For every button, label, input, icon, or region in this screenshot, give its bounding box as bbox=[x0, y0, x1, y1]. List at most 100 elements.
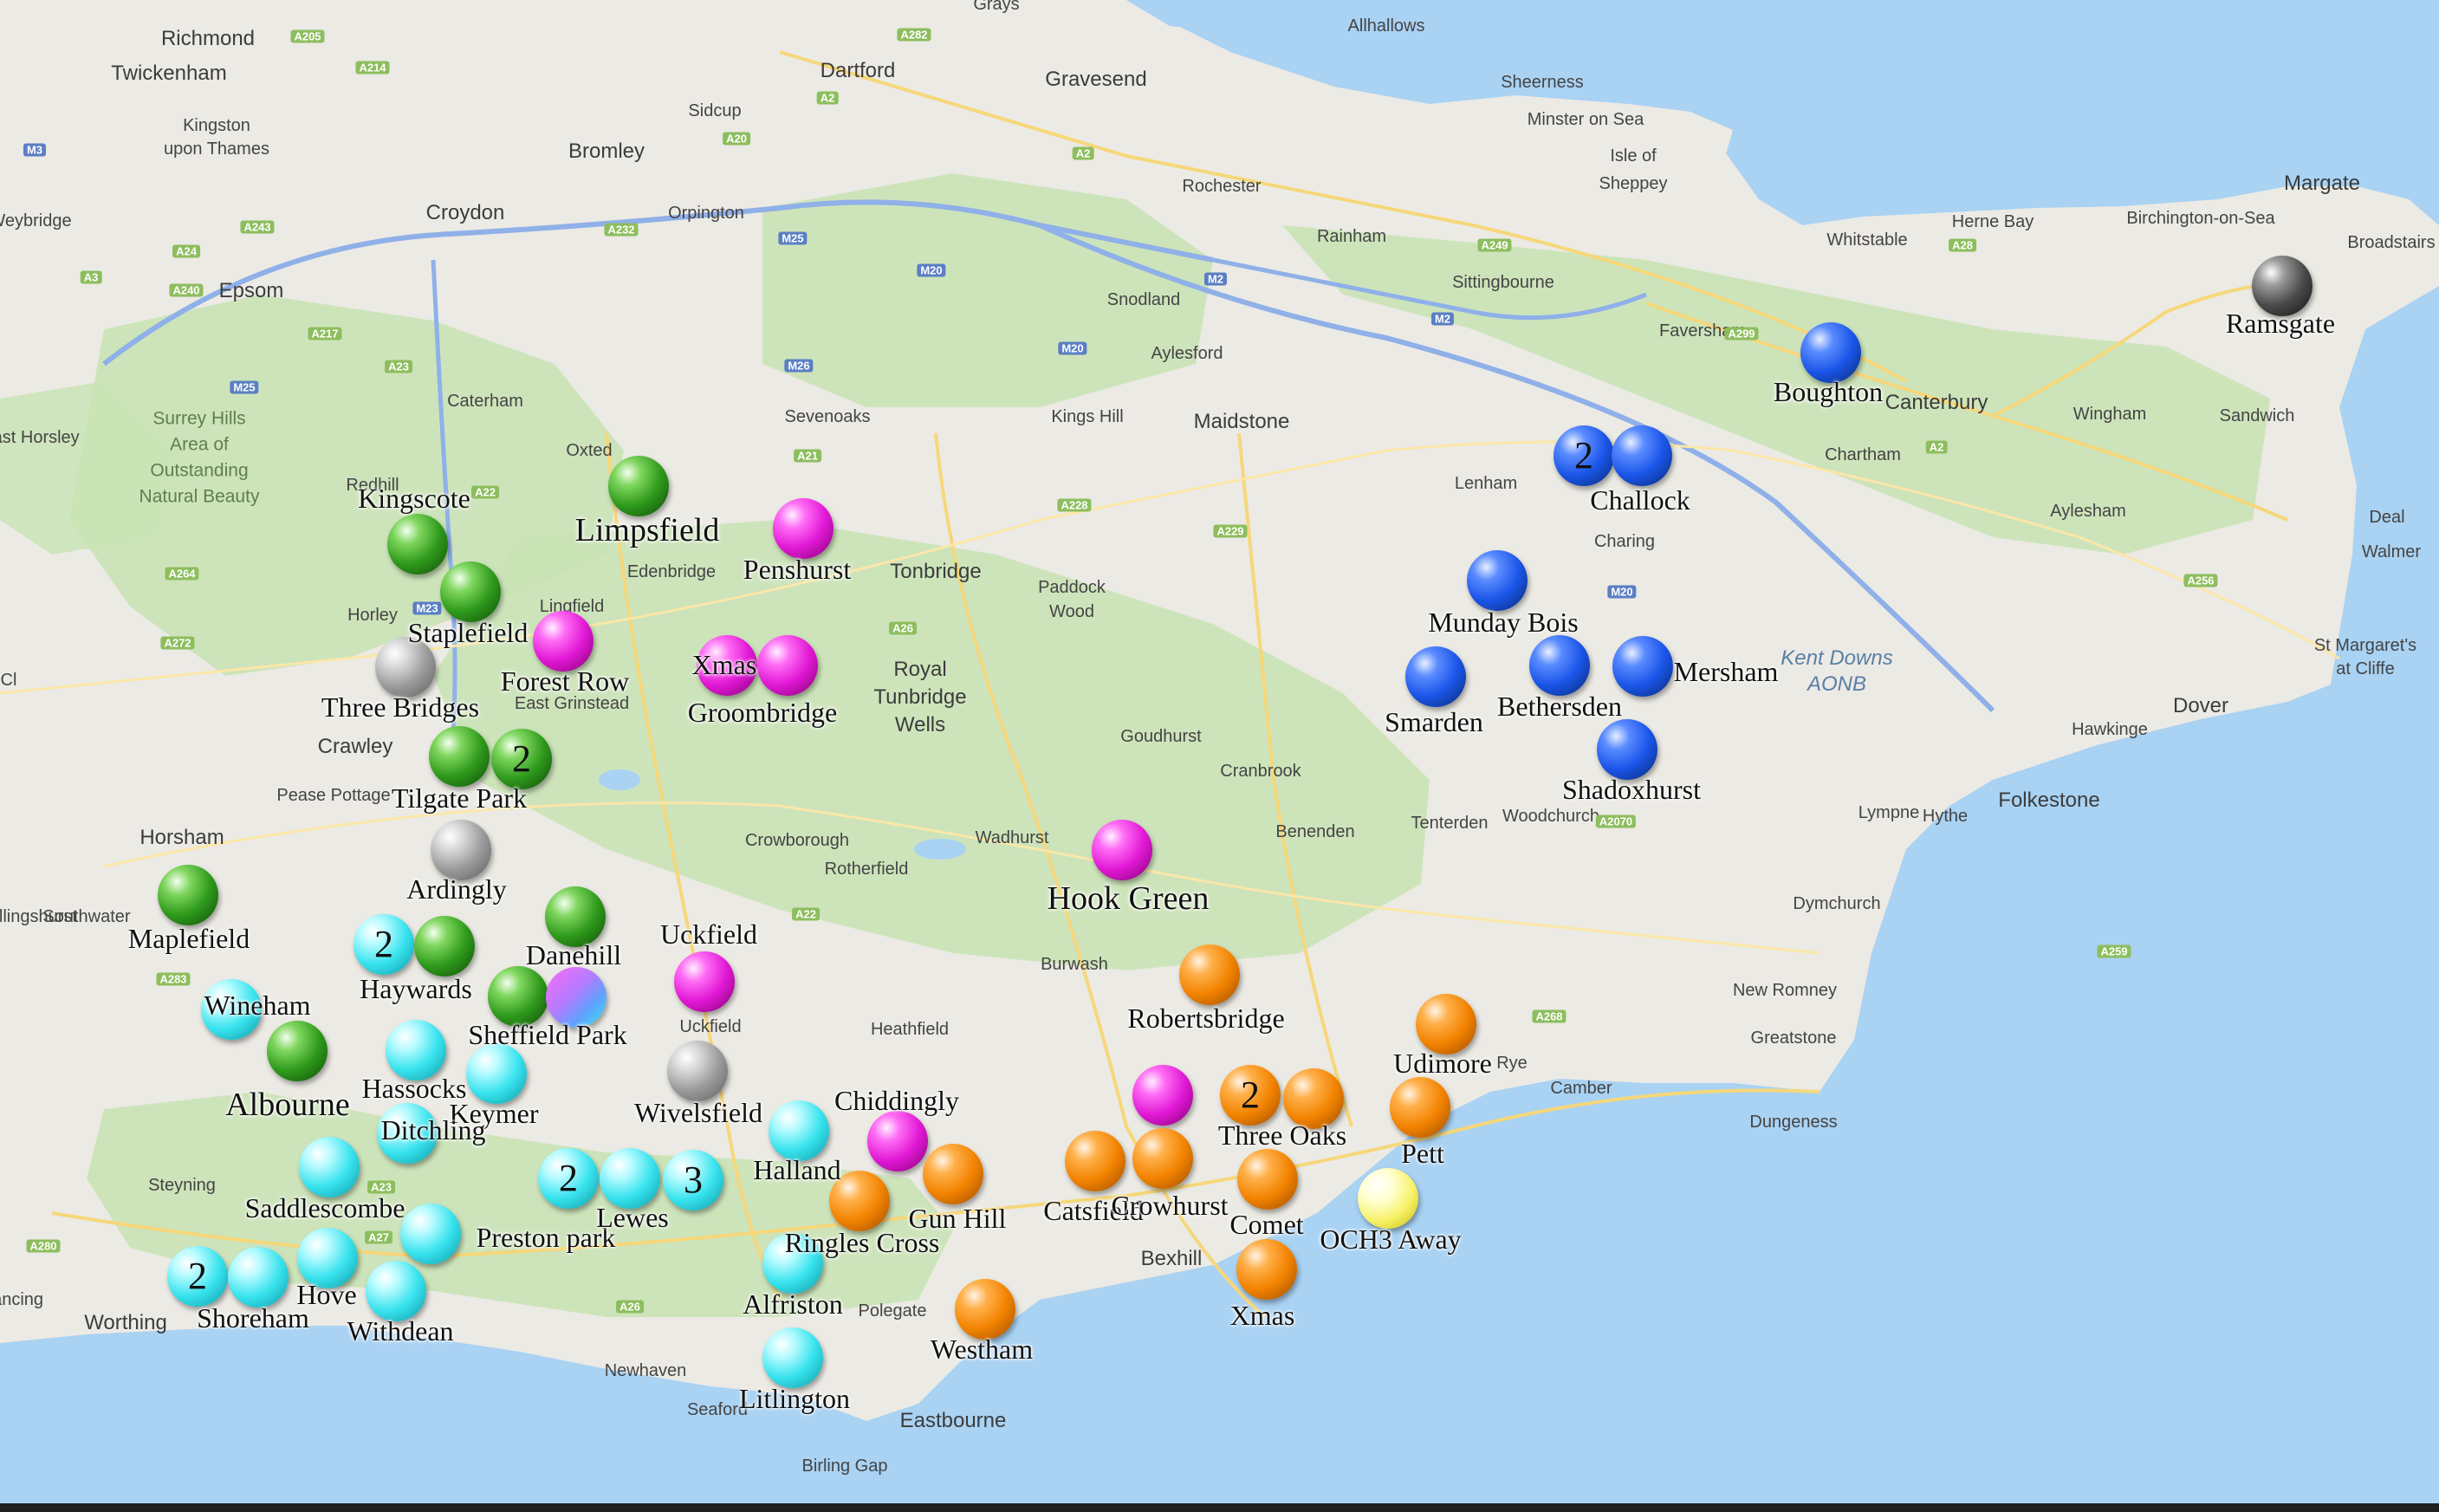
map-marker-maplefield[interactable] bbox=[158, 865, 218, 925]
map-marker-forestrow[interactable] bbox=[533, 611, 594, 672]
map-marker-challock2[interactable] bbox=[1612, 425, 1672, 486]
map-marker-comet[interactable] bbox=[1237, 1149, 1298, 1210]
road-shield-m20a: M20 bbox=[917, 263, 946, 277]
marker-label-wineham: Wineham bbox=[204, 990, 311, 1021]
marker-label-robertsbridge: Robertsbridge bbox=[1127, 1003, 1285, 1034]
map-marker-challock1[interactable]: 2 bbox=[1554, 425, 1614, 486]
map-marker-danehill[interactable] bbox=[545, 886, 606, 947]
marker-label-challock2: Challock bbox=[1590, 484, 1690, 516]
map-marker-haywards1[interactable]: 2 bbox=[354, 914, 414, 975]
map-marker-keymer[interactable] bbox=[466, 1043, 527, 1104]
road-shield-a22: A22 bbox=[471, 485, 499, 499]
marker-label-mersham: Mersham bbox=[1673, 656, 1779, 687]
place-label-aylesford: Aylesford bbox=[1151, 344, 1223, 363]
map-view[interactable]: Richmond Twickenham Kingston upon Thames Dar… bbox=[0, 0, 2439, 1512]
map-marker-litlington[interactable] bbox=[762, 1327, 823, 1388]
place-label-kingshill: Kings Hill bbox=[1051, 407, 1124, 426]
map-marker-withdean[interactable] bbox=[366, 1261, 426, 1321]
road-shield-a249: A249 bbox=[1477, 238, 1512, 252]
map-marker-xmashastings[interactable] bbox=[1236, 1239, 1297, 1300]
map-marker-halland[interactable] bbox=[769, 1100, 829, 1161]
place-label-sheppey: Sheppey bbox=[1599, 174, 1668, 193]
place-label-rochester: Rochester bbox=[1182, 177, 1262, 196]
place-label-peasepottage: Pease Pottage bbox=[276, 786, 391, 805]
map-marker-crowhurst[interactable] bbox=[1132, 1128, 1193, 1189]
place-label-uckfieldsmall: Uckfield bbox=[679, 1017, 742, 1036]
place-label-canterbury: Canterbury bbox=[1884, 391, 1988, 414]
place-label-royal: Royal bbox=[893, 658, 947, 681]
marker-count: 2 bbox=[1241, 1074, 1260, 1116]
map-marker-threeoaks1[interactable]: 2 bbox=[1220, 1065, 1281, 1126]
map-marker-shadoxhurst[interactable] bbox=[1597, 719, 1657, 780]
place-label-tonbridge: Tonbridge bbox=[890, 560, 982, 583]
place-label-surreyhills4: Natural Beauty bbox=[139, 486, 260, 507]
place-label-tunbridge: Tunbridge bbox=[873, 685, 967, 709]
map-marker-battle[interactable] bbox=[1132, 1065, 1193, 1126]
map-marker-westham[interactable] bbox=[955, 1279, 1015, 1340]
map-marker-lewes1[interactable]: 2 bbox=[538, 1148, 599, 1209]
map-marker-robertsbridge[interactable] bbox=[1179, 944, 1240, 1005]
map-marker-penshurst[interactable] bbox=[773, 498, 834, 559]
marker-count: 2 bbox=[559, 1157, 578, 1199]
map-marker-uckfield[interactable] bbox=[674, 951, 735, 1012]
marker-label-ardingly: Ardingly bbox=[406, 873, 507, 905]
map-marker-chiddingly[interactable] bbox=[867, 1111, 928, 1171]
map-marker-ardingly[interactable] bbox=[431, 820, 491, 880]
place-label-stmargarets1: St Margaret's bbox=[2313, 636, 2417, 655]
place-label-epsom: Epsom bbox=[218, 279, 284, 302]
map-marker-haywards2[interactable] bbox=[414, 916, 475, 977]
map-marker-staplefield[interactable] bbox=[440, 561, 501, 622]
map-marker-mersham[interactable] bbox=[1612, 636, 1673, 697]
map-marker-kingscote[interactable] bbox=[387, 514, 448, 574]
map-marker-hookgreen[interactable] bbox=[1092, 820, 1152, 880]
map-marker-saddlescombe[interactable] bbox=[299, 1137, 360, 1197]
place-label-weybridge: Weybridge bbox=[0, 211, 72, 230]
place-label-horley: Horley bbox=[347, 606, 398, 625]
place-label-sevenoaks: Sevenoaks bbox=[784, 407, 871, 426]
place-label-billingshurst: Billingshurst bbox=[0, 907, 77, 926]
map-marker-catsfield[interactable] bbox=[1065, 1131, 1125, 1191]
marker-label-bethersden: Bethersden bbox=[1497, 691, 1622, 722]
place-label-walmer: Walmer bbox=[2361, 542, 2422, 561]
map-marker-tilgatepark1[interactable] bbox=[429, 726, 490, 787]
map-marker-prestonpark[interactable] bbox=[400, 1204, 461, 1264]
road-shield-a240: A240 bbox=[169, 283, 204, 297]
map-marker-udimore[interactable] bbox=[1416, 994, 1476, 1055]
road-shield-a243: A243 bbox=[240, 220, 275, 234]
road-shield-a268: A268 bbox=[1532, 1009, 1567, 1023]
map-marker-shoreham1[interactable]: 2 bbox=[167, 1246, 228, 1307]
window-bottom-edge bbox=[0, 1503, 2439, 1512]
map-marker-groombridge[interactable] bbox=[757, 635, 818, 696]
map-marker-lewes2[interactable] bbox=[600, 1148, 660, 1209]
place-label-lancing: Lancing bbox=[0, 1290, 44, 1309]
road-shield-a217: A217 bbox=[308, 327, 342, 341]
map-marker-gunhill[interactable] bbox=[923, 1144, 983, 1204]
place-label-woodchurch: Woodchurch bbox=[1502, 807, 1599, 826]
map-marker-lewes3[interactable]: 3 bbox=[663, 1150, 723, 1210]
road-shield-a228: A228 bbox=[1057, 498, 1092, 512]
place-label-newhaven: Newhaven bbox=[604, 1361, 687, 1380]
map-marker-och3away[interactable] bbox=[1358, 1168, 1418, 1229]
place-label-greatstone: Greatstone bbox=[1750, 1029, 1837, 1048]
marker-label-threeoaks1: Three Oaks bbox=[1217, 1119, 1347, 1151]
place-label-dymchurch: Dymchurch bbox=[1793, 894, 1881, 913]
map-marker-bethersden[interactable] bbox=[1529, 635, 1590, 696]
map-marker-albourne[interactable] bbox=[267, 1021, 328, 1081]
map-marker-sheffieldpark1[interactable] bbox=[488, 966, 548, 1027]
marker-label-litlington: Litlington bbox=[739, 1383, 850, 1414]
place-label-worthing: Worthing bbox=[84, 1311, 167, 1334]
place-label-kentdowns2: AONB bbox=[1807, 672, 1867, 696]
marker-label-och3away: OCH3 Away bbox=[1320, 1223, 1462, 1255]
map-marker-mundaybois[interactable] bbox=[1467, 550, 1528, 611]
map-marker-tilgatepark2[interactable]: 2 bbox=[491, 729, 552, 789]
place-label-hythe: Hythe bbox=[1922, 807, 1969, 826]
map-marker-smarden[interactable] bbox=[1405, 646, 1466, 707]
map-marker-limpsfield[interactable] bbox=[608, 456, 669, 516]
map-marker-shoreham2[interactable] bbox=[228, 1247, 289, 1308]
place-label-richmond: Richmond bbox=[160, 27, 256, 50]
map-marker-pett[interactable] bbox=[1390, 1077, 1450, 1138]
place-label-sandwich: Sandwich bbox=[2219, 406, 2295, 425]
map-marker-hassocks[interactable] bbox=[386, 1020, 446, 1080]
map-marker-boughton[interactable] bbox=[1800, 322, 1861, 383]
map-marker-wivelsfield[interactable] bbox=[667, 1041, 728, 1101]
